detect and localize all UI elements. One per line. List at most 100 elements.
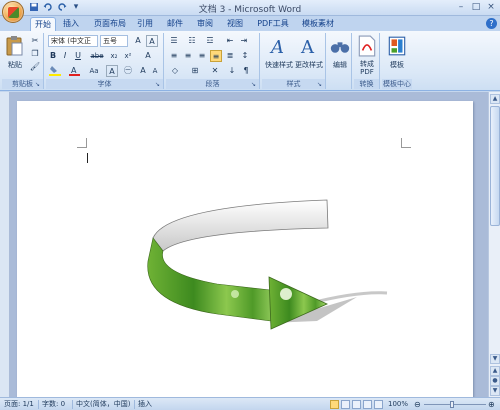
tab-references[interactable]: 引用: [134, 17, 156, 31]
change-case-icon[interactable]: A: [132, 35, 144, 47]
change-styles-button[interactable]: A 更改样式: [294, 35, 324, 70]
quick-styles-icon: A: [269, 37, 284, 58]
subscript-button[interactable]: x₂: [108, 50, 120, 62]
insert-mode-status[interactable]: 插入: [138, 398, 152, 410]
convert-group: 转成 PDF 转换: [354, 33, 380, 89]
bullets-icon[interactable]: ☰: [168, 35, 180, 47]
quick-styles-button[interactable]: A 快速样式: [264, 35, 294, 70]
draft-view-button[interactable]: [374, 400, 383, 409]
edit-button[interactable]: 编辑: [329, 35, 351, 70]
strikethrough-button[interactable]: abe: [90, 50, 104, 62]
edit-group: 编辑: [328, 33, 352, 89]
italic-button[interactable]: I: [60, 50, 70, 62]
justify-icon[interactable]: ≡: [210, 50, 222, 62]
shrink-font-icon[interactable]: A: [150, 65, 160, 77]
next-page-icon[interactable]: ▼: [490, 386, 500, 396]
zoom-level[interactable]: 100%: [388, 398, 408, 410]
page-count[interactable]: 页面: 1/1: [4, 398, 34, 410]
word-count[interactable]: 字数: 0: [42, 398, 65, 410]
highlight-color-icon[interactable]: [48, 65, 62, 77]
browse-object-icon[interactable]: ●: [490, 376, 500, 386]
char-border-icon[interactable]: A: [106, 65, 118, 77]
superscript-button[interactable]: x²: [122, 50, 134, 62]
paste-label: 粘贴: [8, 61, 22, 69]
clear-format-icon[interactable]: A: [146, 35, 158, 47]
tab-home[interactable]: 开始: [30, 17, 56, 31]
prev-page-icon[interactable]: ▲: [490, 366, 500, 376]
distributed-icon[interactable]: ≣: [224, 50, 236, 62]
multilevel-list-icon[interactable]: ☲: [204, 35, 216, 47]
close-button[interactable]: ×: [484, 1, 498, 13]
clipboard-launcher-icon[interactable]: ↘: [35, 81, 42, 88]
print-layout-view-button[interactable]: [330, 400, 339, 409]
font-group-label: 字体: [46, 79, 163, 89]
decrease-indent-icon[interactable]: ⇤: [224, 35, 236, 47]
scroll-up-icon[interactable]: ▲: [490, 94, 500, 104]
numbering-icon[interactable]: ☷: [186, 35, 198, 47]
template-label: 模板: [390, 61, 404, 69]
styles-launcher-icon[interactable]: ↘: [317, 81, 324, 88]
tab-pdf-tools[interactable]: PDF工具: [256, 17, 290, 31]
grow-font-icon[interactable]: A: [138, 65, 148, 77]
format-painter-icon[interactable]: 🖌: [29, 61, 41, 73]
status-divider: [134, 400, 135, 409]
char-scale-icon[interactable]: Aa: [88, 65, 100, 77]
styles-group: A 快速样式 A 更改样式 样式 ↘: [262, 33, 326, 89]
vertical-scrollbar[interactable]: ▲ ▼ ▲ ● ▼: [488, 92, 500, 397]
template-button[interactable]: 模板: [384, 35, 410, 70]
tab-review[interactable]: 审阅: [194, 17, 216, 31]
zoom-slider[interactable]: [424, 404, 486, 405]
full-screen-view-button[interactable]: [341, 400, 350, 409]
underline-button[interactable]: U: [73, 50, 83, 62]
enclose-char-icon[interactable]: ㊀: [122, 65, 134, 77]
help-icon[interactable]: ?: [486, 18, 497, 29]
to-pdf-button[interactable]: 转成 PDF: [355, 35, 379, 76]
cut-icon[interactable]: ✂: [29, 35, 41, 47]
paragraph-launcher-icon[interactable]: ↘: [251, 81, 258, 88]
vertical-ruler: [0, 92, 10, 397]
document-page[interactable]: [17, 101, 473, 401]
tab-mailings[interactable]: 邮件: [164, 17, 186, 31]
align-center-icon[interactable]: ≡: [182, 50, 194, 62]
ribbon: 粘贴 ✂ ❐ 🖌 剪贴板 ↘ 宋体 (中文正 五号 A A B I U abe …: [0, 31, 500, 91]
shading-icon[interactable]: ◇: [168, 65, 182, 77]
scroll-down-icon[interactable]: ▼: [490, 354, 500, 364]
tab-page-layout[interactable]: 页面布局: [90, 17, 130, 31]
zoom-slider-knob[interactable]: [450, 401, 454, 408]
tab-template-material[interactable]: 模板素材: [298, 17, 338, 31]
paste-button[interactable]: 粘贴: [4, 35, 26, 70]
maximize-button[interactable]: □: [469, 1, 483, 13]
web-layout-view-button[interactable]: [352, 400, 361, 409]
sort-icon[interactable]: ↓: [226, 65, 238, 77]
borders-icon[interactable]: ⊞: [188, 65, 202, 77]
increase-indent-icon[interactable]: ⇥: [238, 35, 250, 47]
minimize-button[interactable]: –: [454, 1, 468, 13]
arrow-green-ribbon: [147, 237, 280, 323]
title-bar: ▾ 文档 3 - Microsoft Word – □ ×: [0, 0, 500, 23]
text-effects-icon[interactable]: A: [142, 50, 154, 62]
chinese-layout-icon[interactable]: ✕: [208, 65, 222, 77]
language-status[interactable]: 中文(简体，中国): [76, 398, 130, 410]
outline-view-button[interactable]: [363, 400, 372, 409]
align-right-icon[interactable]: ≡: [196, 50, 208, 62]
paragraph-group: ☰ ☷ ☲ ⇤ ⇥ ≡ ≡ ≡ ≡ ≣ ↕ ◇ ⊞ ✕ ↓ ¶ 段落 ↘: [166, 33, 260, 89]
show-marks-icon[interactable]: ¶: [240, 65, 252, 77]
svg-text:A: A: [269, 37, 284, 57]
tab-insert[interactable]: 插入: [60, 17, 82, 31]
bold-button[interactable]: B: [48, 50, 58, 62]
status-divider: [38, 400, 39, 409]
font-name-select[interactable]: 宋体 (中文正: [48, 35, 98, 47]
font-color-icon[interactable]: A: [68, 65, 80, 77]
zoom-in-icon[interactable]: ⊕: [488, 398, 495, 410]
scroll-thumb[interactable]: [490, 106, 500, 226]
line-spacing-icon[interactable]: ↕: [238, 50, 252, 62]
align-left-icon[interactable]: ≡: [168, 50, 180, 62]
curved-arrow-shape[interactable]: [17, 101, 473, 401]
paragraph-group-label: 段落: [166, 79, 259, 89]
copy-icon[interactable]: ❐: [29, 48, 41, 60]
font-launcher-icon[interactable]: ↘: [155, 81, 162, 88]
tab-view[interactable]: 视图: [224, 17, 246, 31]
zoom-out-icon[interactable]: ⊖: [414, 398, 421, 410]
font-size-select[interactable]: 五号: [100, 35, 128, 47]
office-button[interactable]: [2, 1, 24, 23]
